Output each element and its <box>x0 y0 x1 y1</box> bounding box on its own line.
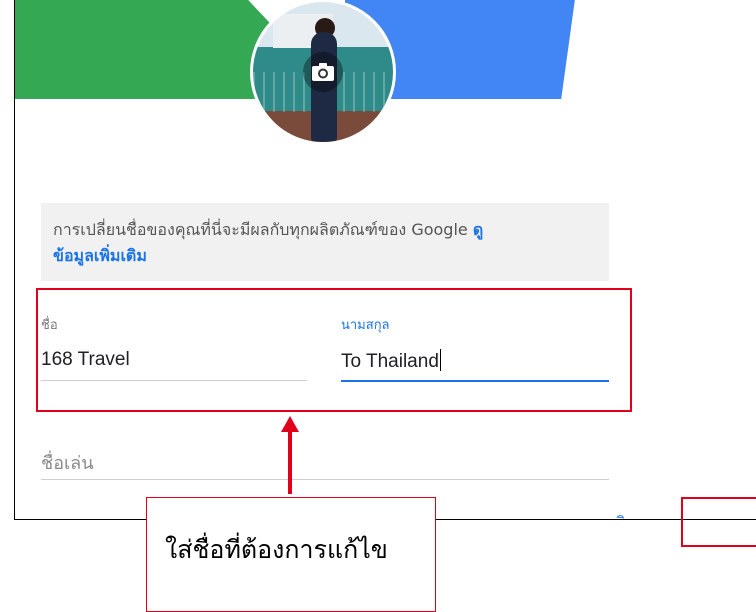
arrow-shaft <box>288 430 292 494</box>
name-fields-highlight <box>36 288 632 412</box>
camera-icon[interactable] <box>303 52 343 92</box>
nickname-input[interactable]: ชื่อเล่น <box>41 448 94 477</box>
ok-button-highlight <box>681 497 756 547</box>
profile-photo[interactable] <box>250 0 396 145</box>
header-green-shape <box>15 0 285 99</box>
notice-text: การเปลี่ยนชื่อของคุณที่นี่จะมีผลกับทุกผล… <box>53 220 468 239</box>
name-change-notice: การเปลี่ยนชื่อของคุณที่นี่จะมีผลกับทุกผล… <box>41 203 609 281</box>
nickname-underline <box>41 479 609 480</box>
cancel-button[interactable]: ยกเลิก <box>591 511 635 519</box>
edit-name-dialog: การเปลี่ยนชื่อของคุณที่นี่จะมีผลกับทุกผล… <box>14 0 756 520</box>
instruction-callout: ใส่ชื่อที่ต้องการแก้ไข <box>146 497 436 612</box>
callout-text: ใส่ชื่อที่ต้องการแก้ไข <box>165 535 388 564</box>
